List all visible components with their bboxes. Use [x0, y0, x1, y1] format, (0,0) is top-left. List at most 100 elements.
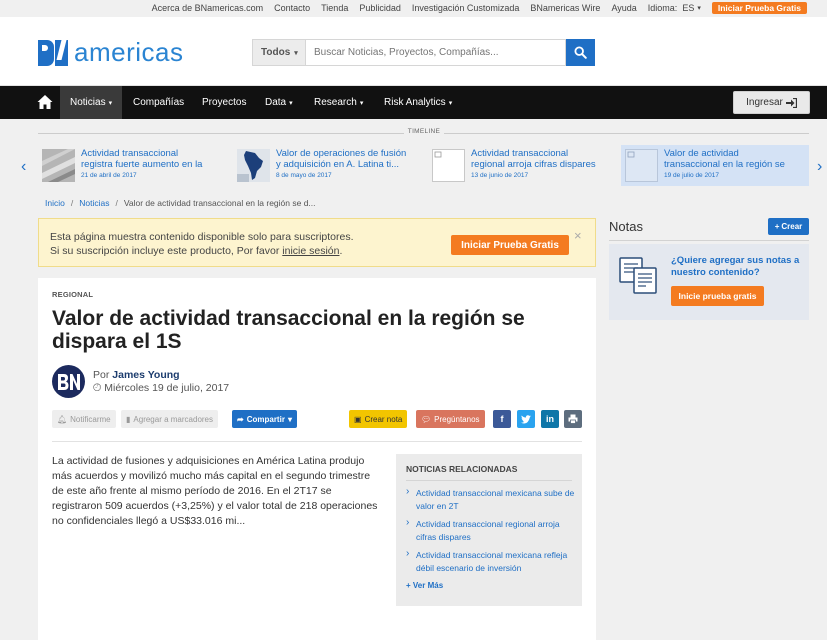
- home-icon[interactable]: [36, 93, 54, 111]
- breadcrumb: Inicio / Noticias / Valor de actividad trans…: [45, 198, 316, 208]
- ask-us-button[interactable]: 💬︎ Pregúntanos: [416, 410, 485, 428]
- link-contact[interactable]: Contacto: [274, 3, 310, 13]
- note-icon: ▣: [354, 414, 362, 424]
- utility-links: Acerca de BNamericas.com Contacto Tienda…: [141, 2, 807, 14]
- share-icon: ➦: [237, 414, 244, 424]
- related-news-title: NOTICIAS RELACIONADAS: [406, 464, 518, 474]
- bn-logo-icon: [57, 373, 80, 390]
- ask-us-label: Pregúntanos: [434, 414, 480, 424]
- notify-button[interactable]: 🔔︎ Notificarme: [52, 410, 116, 428]
- create-note-button[interactable]: ▣ Crear nota: [349, 410, 408, 428]
- broken-image-icon: [625, 149, 658, 182]
- search-icon: [574, 46, 587, 59]
- facebook-icon[interactable]: f: [493, 410, 511, 428]
- search-input[interactable]: [306, 39, 566, 66]
- timeline-date: 21 de abril de 2017: [81, 172, 137, 179]
- notify-label: Notificarme: [70, 414, 111, 424]
- timeline-title: registra fuerte aumento en la: [81, 158, 203, 170]
- related-news-item[interactable]: Actividad transaccional regional arroja …: [406, 517, 576, 543]
- alert-line-2-text: Si su suscripción incluye este producto,…: [50, 245, 283, 257]
- breadcrumb-separator: /: [70, 198, 74, 208]
- close-icon[interactable]: ×: [574, 228, 582, 243]
- related-news-list: Actividad transaccional mexicana sube de…: [406, 486, 576, 580]
- bnamericas-logo[interactable]: americas: [38, 37, 183, 68]
- login-label: Ingresar: [746, 97, 783, 108]
- timeline-date: 13 de junio de 2017: [471, 172, 529, 179]
- share-label: Compartir: [246, 414, 285, 424]
- language-value: ES: [682, 3, 695, 13]
- nav-item-risk-analytics[interactable]: Risk Analytics ▾: [384, 86, 452, 119]
- chevron-right-icon[interactable]: ›: [817, 158, 822, 176]
- alert-line-2: Si su suscripción incluye este producto,…: [50, 244, 354, 258]
- top-trial-button[interactable]: Iniciar Prueba Gratis: [711, 2, 807, 14]
- subscription-alert: Esta página muestra contenido disponible…: [38, 218, 596, 267]
- article-byline: Por James Young 🕘︎ Miércoles 19 de julio…: [93, 369, 229, 395]
- chevron-down-icon: ▾: [697, 5, 701, 12]
- notes-title: Notas: [609, 219, 643, 234]
- alert-trial-button[interactable]: Iniciar Prueba Gratis: [451, 235, 569, 255]
- link-store[interactable]: Tienda: [321, 3, 348, 13]
- article-category[interactable]: REGIONAL: [52, 290, 93, 299]
- timeline-item[interactable]: Valor de operaciones de fusión y adquisi…: [233, 145, 423, 186]
- nav-item-news[interactable]: Noticias ▾: [60, 86, 123, 119]
- link-about[interactable]: Acerca de BNamericas.com: [152, 3, 264, 13]
- see-more-link[interactable]: + Ver Más: [406, 581, 443, 590]
- timeline-title: transaccional en la región se: [664, 158, 785, 170]
- timeline-item[interactable]: Actividad transaccional regional arroja …: [428, 145, 618, 186]
- create-note-label: Crear nota: [364, 414, 403, 424]
- link-custom-research[interactable]: Investigación Customizada: [412, 3, 520, 13]
- notes-trial-button[interactable]: Inicie prueba gratis: [671, 286, 764, 306]
- nav-item-label: Compañías: [133, 97, 185, 108]
- twitter-icon[interactable]: [517, 410, 535, 428]
- related-news-divider: [406, 480, 572, 481]
- share-button[interactable]: ➦ Compartir ▾: [232, 410, 297, 428]
- nav-item-research[interactable]: Research ▾: [314, 86, 363, 119]
- article-actions: 🔔︎ Notificarme ▮ Agregar a marcadores ➦ Com…: [52, 410, 582, 428]
- language-label: Idioma:: [647, 3, 678, 13]
- login-button[interactable]: Ingresar: [733, 91, 810, 114]
- nav-item-companies[interactable]: Compañías: [133, 86, 184, 119]
- notes-documents-icon: [619, 257, 657, 294]
- breadcrumb-home[interactable]: Inicio: [45, 198, 65, 208]
- utility-bar: Acerca de BNamericas.com Contacto Tienda…: [0, 0, 827, 17]
- bn-logo-mark: [38, 39, 72, 66]
- timeline-title: Valor de operaciones de fusión: [276, 148, 407, 159]
- language-selector[interactable]: ES ▾: [682, 3, 701, 13]
- chevron-left-icon[interactable]: ‹: [21, 158, 26, 176]
- search-category-select[interactable]: Todos ▾: [252, 39, 306, 66]
- timeline-item[interactable]: Actividad transaccional registra fuerte …: [38, 145, 228, 186]
- related-news-item[interactable]: Actividad transaccional mexicana sube de…: [406, 486, 576, 512]
- clock-icon: 🕘︎: [93, 382, 102, 394]
- nav-item-label: Noticias: [70, 97, 106, 108]
- search-bar: Todos ▾: [252, 39, 595, 66]
- chevron-down-icon: ▾: [289, 100, 293, 107]
- login-link[interactable]: inicie sesión: [282, 245, 339, 257]
- chevron-down-icon: ▾: [294, 49, 298, 57]
- related-news-item[interactable]: Actividad transaccional mexicana refleja…: [406, 548, 576, 574]
- create-note-sidebar-button[interactable]: + Crear: [768, 218, 809, 235]
- link-help[interactable]: Ayuda: [611, 3, 636, 13]
- bookmark-button[interactable]: ▮ Agregar a marcadores: [121, 410, 218, 428]
- latin-america-map-image: [237, 149, 270, 182]
- breadcrumb-current: Valor de actividad transaccional en la r…: [123, 198, 316, 208]
- bookmark-icon: ▮: [126, 414, 131, 424]
- print-icon[interactable]: [564, 410, 582, 428]
- breadcrumb-section[interactable]: Noticias: [79, 198, 109, 208]
- link-advertising[interactable]: Publicidad: [359, 3, 401, 13]
- timeline-title: Actividad transaccional: [81, 148, 179, 159]
- alert-message: Esta página muestra contenido disponible…: [50, 230, 354, 258]
- author-name[interactable]: James Young: [112, 369, 179, 381]
- see-more-label: Ver Más: [412, 581, 444, 590]
- linkedin-icon[interactable]: in: [541, 410, 559, 428]
- notes-promo-question: ¿Quiere agregar sus notas a nuestro cont…: [671, 255, 800, 278]
- nav-item-data[interactable]: Data ▾: [265, 86, 293, 119]
- timeline-title: Actividad transaccional: [471, 148, 569, 159]
- timeline-thumbnail-image: [42, 149, 75, 182]
- plus-icon: +: [406, 581, 411, 590]
- link-wire[interactable]: BNamericas Wire: [530, 3, 600, 13]
- bell-icon: 🔔︎: [57, 414, 68, 424]
- article-body: La actividad de fusiones y adquisiciones…: [52, 455, 378, 527]
- nav-item-projects[interactable]: Proyectos: [202, 86, 246, 119]
- timeline-item-current[interactable]: Valor de actividad transaccional en la r…: [621, 145, 809, 186]
- search-button[interactable]: [566, 39, 595, 66]
